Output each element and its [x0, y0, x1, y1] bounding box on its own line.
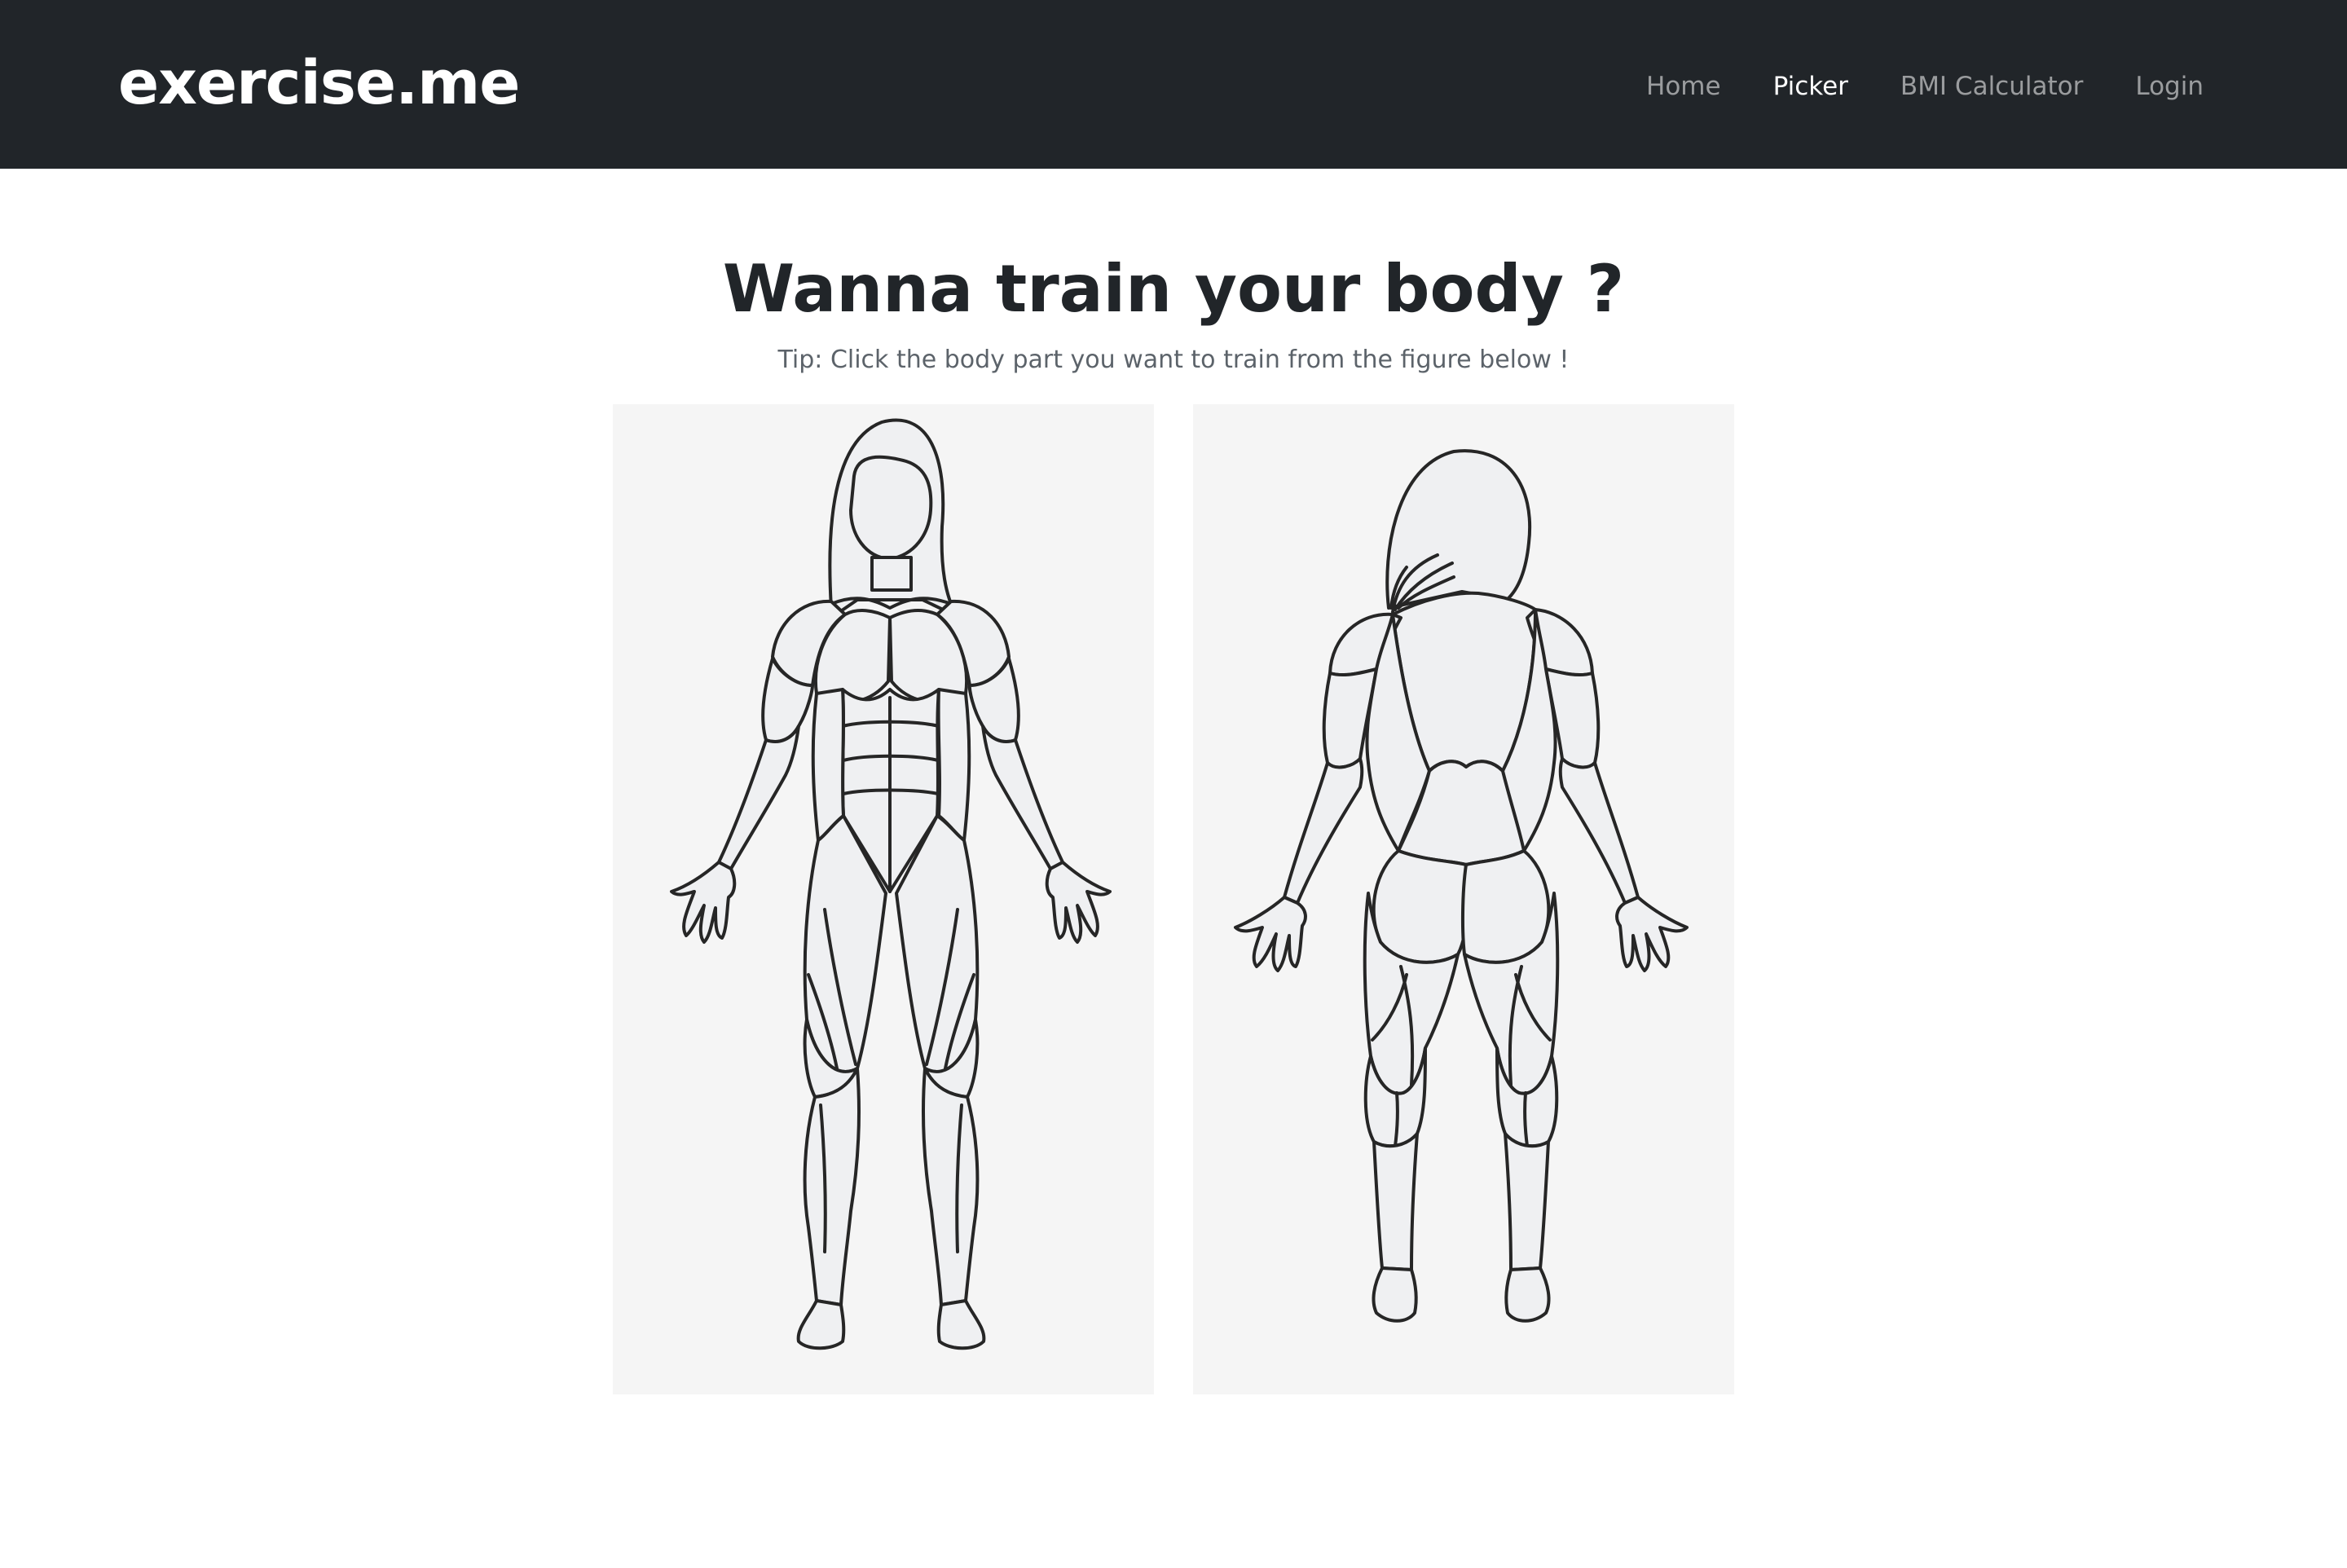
nav-login[interactable]: Login	[2135, 64, 2204, 109]
left-shin[interactable]	[803, 1067, 861, 1306]
page-title: Wanna train your body ?	[722, 251, 1625, 327]
left-hand-back[interactable]	[1234, 896, 1307, 972]
left-hand[interactable]	[670, 861, 737, 944]
right-shin[interactable]	[922, 1067, 980, 1306]
left-lower-leg[interactable]	[1372, 1132, 1419, 1271]
back-body-figure[interactable]	[1193, 404, 1734, 1394]
right-heel[interactable]	[1504, 1266, 1551, 1323]
head[interactable]	[849, 455, 933, 561]
left-glute[interactable]	[1372, 849, 1470, 964]
front-body-figure[interactable]	[613, 404, 1154, 1394]
nav-bmi-calculator[interactable]: BMI Calculator	[1900, 64, 2083, 109]
nav-home[interactable]: Home	[1646, 64, 1721, 109]
right-hand-back[interactable]	[1615, 896, 1689, 972]
tip-text: Tip: Click the body part you want to tra…	[777, 346, 1570, 374]
neck[interactable]	[870, 556, 913, 592]
main-nav: Home Picker BMI Calculator Login	[1646, 64, 2204, 109]
left-heel[interactable]	[1372, 1266, 1418, 1323]
right-oblique[interactable]	[936, 688, 971, 842]
left-foot[interactable]	[796, 1299, 846, 1350]
nav-picker[interactable]: Picker	[1773, 64, 1848, 109]
right-glute[interactable]	[1460, 849, 1551, 964]
right-foot[interactable]	[936, 1299, 986, 1350]
left-forearm-back[interactable]	[1283, 757, 1364, 905]
head-back[interactable]	[1385, 449, 1532, 610]
right-forearm[interactable]	[981, 725, 1064, 870]
right-hand[interactable]	[1045, 861, 1112, 944]
left-forearm[interactable]	[717, 725, 800, 870]
brand-logo[interactable]: exercise.me	[118, 42, 520, 124]
right-lower-leg[interactable]	[1504, 1132, 1550, 1271]
right-forearm-back[interactable]	[1558, 757, 1640, 905]
navbar: exercise.me Home Picker BMI Calculator L…	[0, 0, 2347, 169]
